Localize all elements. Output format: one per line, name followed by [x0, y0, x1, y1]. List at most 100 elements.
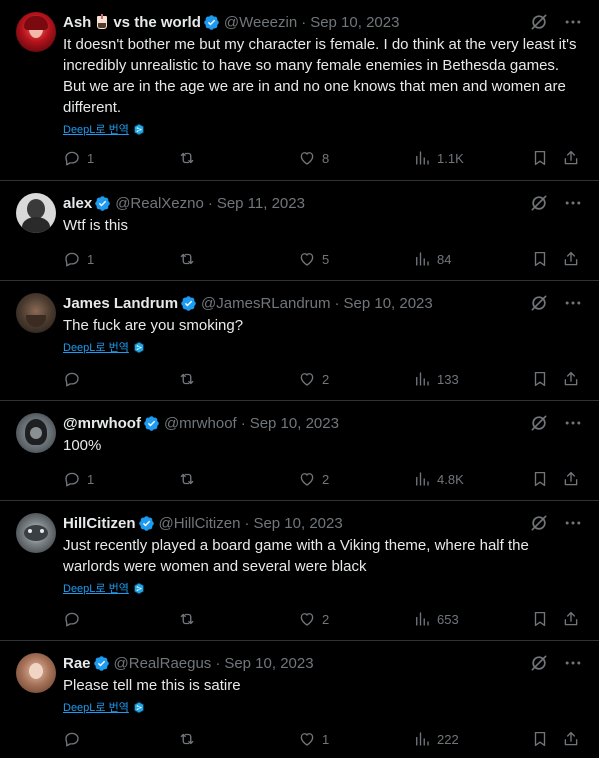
views-button[interactable]: 4.8K: [413, 469, 464, 489]
tweet[interactable]: @mrwhoof @mrwhoof · Sep 10, 2023 100% 1 …: [0, 401, 599, 501]
verified-badge-icon: [94, 195, 111, 212]
like-button[interactable]: 2: [298, 469, 329, 489]
display-name[interactable]: James Landrum: [63, 295, 178, 312]
timestamp[interactable]: Sep 11, 2023: [217, 195, 305, 212]
more-icon[interactable]: [563, 193, 583, 213]
views-icon: [413, 149, 431, 167]
verified-badge-icon: [93, 655, 110, 672]
retweet-button[interactable]: [178, 729, 202, 749]
display-name[interactable]: @mrwhoof: [63, 415, 141, 432]
bookmark-button[interactable]: [531, 729, 549, 749]
tweet[interactable]: Ash vs the world @Weeezin · Sep 10, 2023…: [0, 0, 599, 181]
views-icon: [413, 730, 431, 748]
translate-link[interactable]: DeepL로 번역: [63, 580, 145, 596]
translate-link[interactable]: DeepL로 번역: [63, 121, 145, 137]
share-button[interactable]: [562, 148, 580, 168]
views-icon: [413, 610, 431, 628]
bookmark-button[interactable]: [531, 369, 549, 389]
separator: ·: [215, 654, 221, 672]
deepl-icon: [133, 341, 145, 354]
retweet-button[interactable]: [178, 148, 202, 168]
action-bar: 2 133: [0, 369, 599, 389]
like-button[interactable]: 8: [298, 148, 329, 168]
like-button[interactable]: 2: [298, 369, 329, 389]
views-button[interactable]: 222: [413, 729, 459, 749]
share-button[interactable]: [562, 249, 580, 269]
grok-icon[interactable]: [529, 413, 549, 433]
like-button[interactable]: 1: [298, 729, 329, 749]
more-icon[interactable]: [563, 653, 583, 673]
display-name[interactable]: alex: [63, 195, 92, 212]
tweet[interactable]: James Landrum @JamesRLandrum · Sep 10, 2…: [0, 281, 599, 401]
reply-button[interactable]: [63, 369, 87, 389]
timestamp[interactable]: Sep 10, 2023: [250, 415, 339, 432]
tweet[interactable]: Rae @RealRaegus · Sep 10, 2023 Please te…: [0, 641, 599, 758]
avatar[interactable]: [16, 293, 56, 333]
handle[interactable]: @mrwhoof: [164, 415, 237, 432]
translate-link[interactable]: DeepL로 번역: [63, 699, 145, 715]
like-button[interactable]: 5: [298, 249, 329, 269]
timestamp[interactable]: Sep 10, 2023: [310, 14, 399, 31]
more-icon[interactable]: [563, 293, 583, 313]
display-name[interactable]: Rae: [63, 655, 91, 672]
views-button[interactable]: 133: [413, 369, 459, 389]
retweet-button[interactable]: [178, 249, 202, 269]
grok-icon[interactable]: [529, 193, 549, 213]
avatar[interactable]: [16, 12, 56, 52]
views-button[interactable]: 84: [413, 249, 451, 269]
grok-icon[interactable]: [529, 653, 549, 673]
grok-icon[interactable]: [529, 293, 549, 313]
views-button[interactable]: 1.1K: [413, 148, 464, 168]
like-button[interactable]: 2: [298, 609, 329, 629]
share-button[interactable]: [562, 729, 580, 749]
views-icon: [413, 250, 431, 268]
reply-count: 1: [87, 471, 95, 487]
display-name[interactable]: Ash: [63, 14, 91, 31]
reply-button[interactable]: 1: [63, 148, 94, 168]
tweet-text: Just recently played a board game with a…: [63, 537, 529, 575]
timestamp[interactable]: Sep 10, 2023: [344, 295, 433, 312]
more-icon[interactable]: [563, 513, 583, 533]
handle[interactable]: @HillCitizen: [159, 515, 241, 532]
reply-button[interactable]: 1: [63, 469, 94, 489]
tweet[interactable]: HillCitizen @HillCitizen · Sep 10, 2023 …: [0, 501, 599, 641]
translate-link[interactable]: DeepL로 번역: [63, 339, 145, 355]
more-icon[interactable]: [563, 413, 583, 433]
retweet-button[interactable]: [178, 369, 202, 389]
avatar[interactable]: [16, 413, 56, 453]
handle[interactable]: @RealXezno: [115, 195, 204, 212]
handle[interactable]: @RealRaegus: [114, 655, 212, 672]
bookmark-button[interactable]: [531, 148, 549, 168]
display-name[interactable]: HillCitizen: [63, 515, 136, 532]
reply-button[interactable]: [63, 609, 87, 629]
view-count: 222: [437, 731, 459, 747]
share-button[interactable]: [562, 609, 580, 629]
retweet-button[interactable]: [178, 609, 202, 629]
avatar[interactable]: [16, 653, 56, 693]
views-button[interactable]: 653: [413, 609, 459, 629]
reply-button[interactable]: [63, 729, 87, 749]
tweet[interactable]: alex @RealXezno · Sep 11, 2023 Wtf is th…: [0, 181, 599, 281]
handle[interactable]: @JamesRLandrum: [201, 295, 330, 312]
share-button[interactable]: [562, 369, 580, 389]
bookmark-icon: [531, 149, 549, 167]
avatar[interactable]: [16, 513, 56, 553]
avatar[interactable]: [16, 193, 56, 233]
reply-button[interactable]: 1: [63, 249, 94, 269]
bookmark-button[interactable]: [531, 609, 549, 629]
display-name-suffix[interactable]: vs the world: [113, 14, 201, 31]
retweet-button[interactable]: [178, 469, 202, 489]
grok-icon[interactable]: [529, 513, 549, 533]
timestamp[interactable]: Sep 10, 2023: [253, 515, 342, 532]
share-icon: [562, 250, 580, 268]
share-button[interactable]: [562, 469, 580, 489]
verified-badge-icon: [203, 14, 220, 31]
handle[interactable]: @Weeezin: [224, 14, 297, 31]
like-icon: [298, 370, 316, 388]
bookmark-button[interactable]: [531, 469, 549, 489]
view-count: 4.8K: [437, 471, 464, 487]
grok-icon[interactable]: [529, 12, 549, 32]
bookmark-button[interactable]: [531, 249, 549, 269]
timestamp[interactable]: Sep 10, 2023: [224, 655, 313, 672]
more-icon[interactable]: [563, 12, 583, 32]
